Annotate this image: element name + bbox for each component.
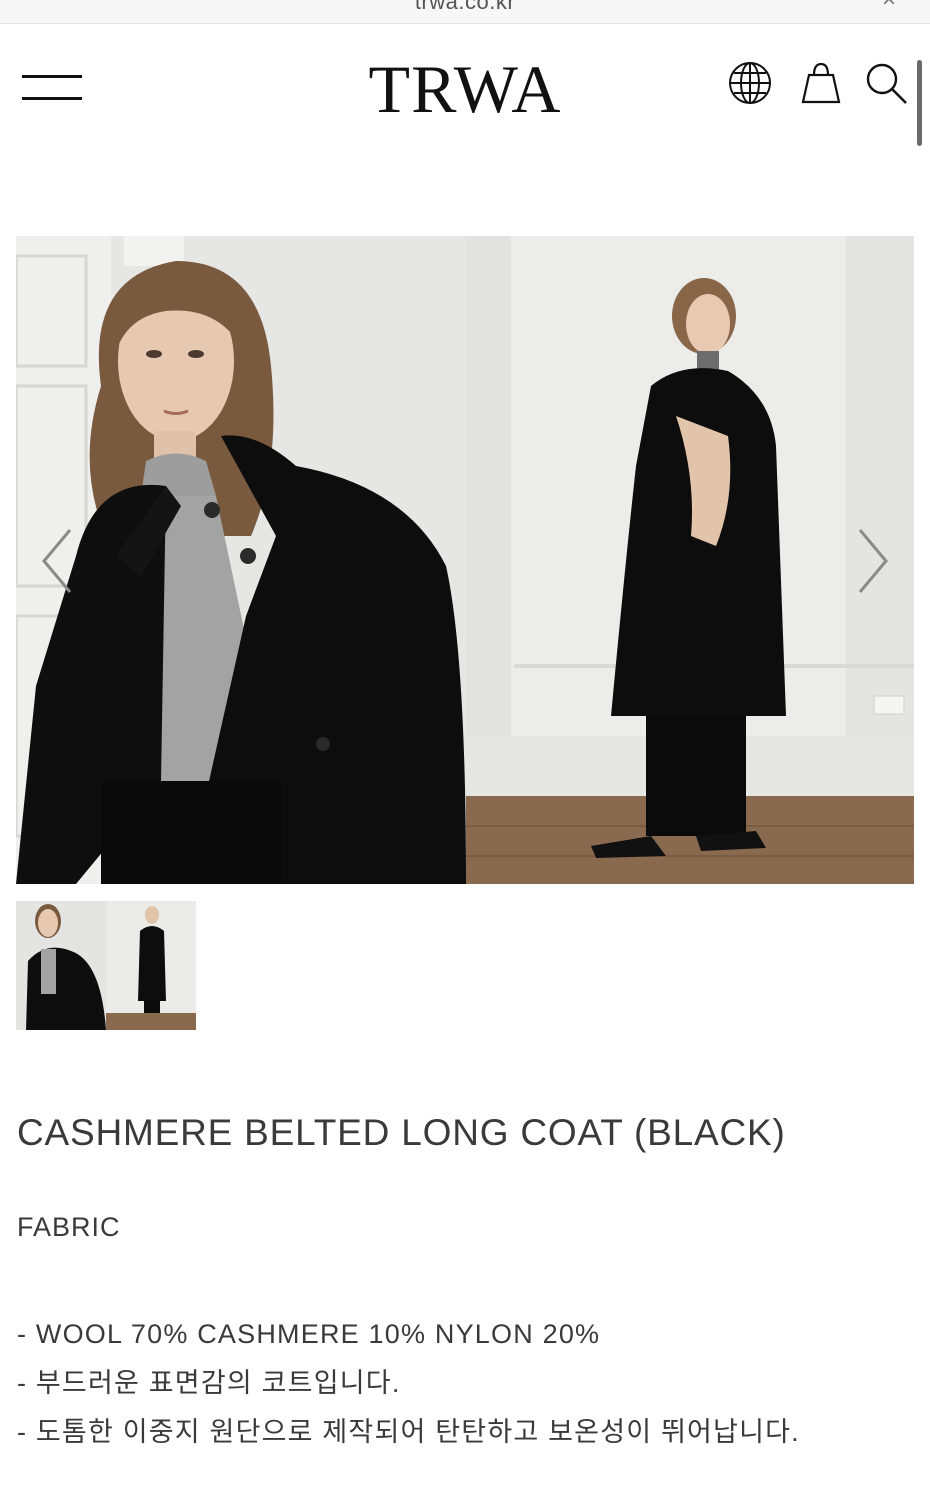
- menu-bar-bottom: [22, 97, 82, 100]
- menu-bar-top: [22, 75, 82, 78]
- model-full-length-photo: [466, 236, 914, 884]
- gallery-prev-arrow-icon[interactable]: [38, 526, 78, 596]
- globe-icon[interactable]: [725, 58, 775, 108]
- product-detail-item: - 도톰한 이중지 원단으로 제작되어 탄탄하고 보온성이 뛰어납니다.: [17, 1417, 800, 1447]
- shopping-bag-icon[interactable]: [796, 58, 846, 108]
- fabric-section-label: FABRIC: [17, 1212, 121, 1242]
- product-details-list: - WOOL 70% CASHMERE 10% NYLON 20% - 부드러운…: [17, 1310, 800, 1457]
- product-gallery[interactable]: [16, 236, 914, 884]
- gallery-next-arrow-icon[interactable]: [852, 526, 892, 596]
- product-detail-item: - 부드러운 표면감의 코트입니다.: [17, 1368, 401, 1398]
- product-detail-item: - WOOL 70% CASHMERE 10% NYLON 20%: [17, 1319, 601, 1349]
- site-logo[interactable]: TRWA: [340, 50, 590, 129]
- search-icon[interactable]: [861, 58, 911, 108]
- product-title: CASHMERE BELTED LONG COAT (BLACK): [17, 1112, 786, 1153]
- gallery-thumbnail[interactable]: [16, 901, 196, 1030]
- menu-icon[interactable]: [22, 72, 84, 102]
- close-icon[interactable]: ×: [882, 0, 896, 14]
- scrollbar-thumb[interactable]: [917, 60, 922, 146]
- site-header: TRWA: [0, 24, 930, 154]
- model-closeup-photo: [16, 236, 466, 884]
- browser-url-bar[interactable]: trwa.co.kr ×: [0, 0, 930, 24]
- url-text[interactable]: trwa.co.kr: [0, 0, 930, 15]
